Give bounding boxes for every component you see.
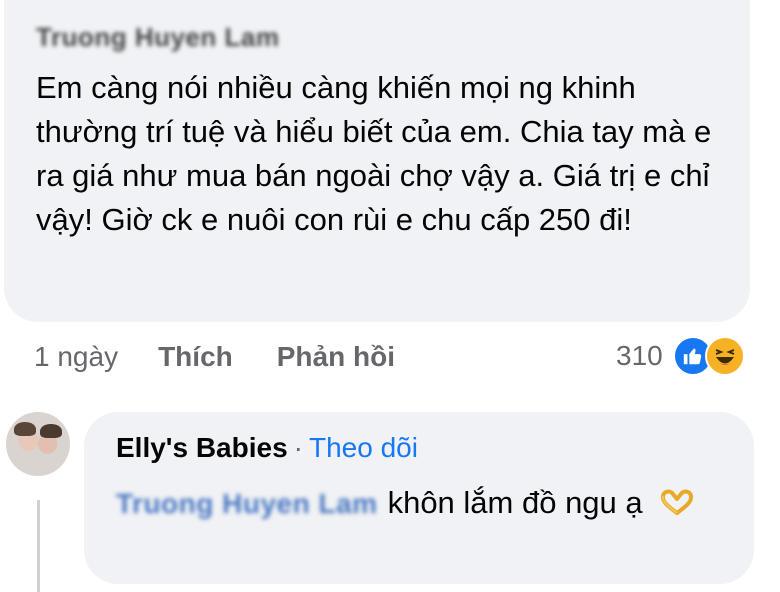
like-button[interactable]: Thích bbox=[158, 341, 233, 373]
reply-header: Elly's Babies · Theo dõi bbox=[116, 432, 418, 464]
heart-hands-icon bbox=[659, 482, 695, 528]
avatar[interactable] bbox=[6, 412, 70, 476]
separator-dot: · bbox=[293, 432, 303, 463]
comment-actions: 1 ngày Thích Phản hồi bbox=[34, 336, 439, 378]
reply-button[interactable]: Phản hồi bbox=[277, 341, 395, 373]
reply-text: Truong Huyen Lam khôn lắm đồ ngu ạ bbox=[116, 480, 736, 528]
comment-timestamp[interactable]: 1 ngày bbox=[34, 341, 118, 373]
follow-button[interactable]: Theo dõi bbox=[309, 432, 418, 464]
haha-icon bbox=[704, 336, 745, 376]
reply-message: khôn lắm đồ ngu ạ bbox=[387, 485, 643, 520]
thread-line bbox=[37, 500, 40, 592]
reply-author-name[interactable]: Elly's Babies bbox=[116, 432, 288, 464]
reaction-count: 310 bbox=[616, 340, 663, 371]
reaction-summary[interactable]: 310 bbox=[616, 334, 745, 378]
comment-text: Em càng nói nhiều càng khiến mọi ng khin… bbox=[36, 70, 712, 237]
comment-author-name[interactable]: Truong Huyen Lam bbox=[36, 22, 279, 53]
mention-link[interactable]: Truong Huyen Lam bbox=[116, 481, 378, 527]
